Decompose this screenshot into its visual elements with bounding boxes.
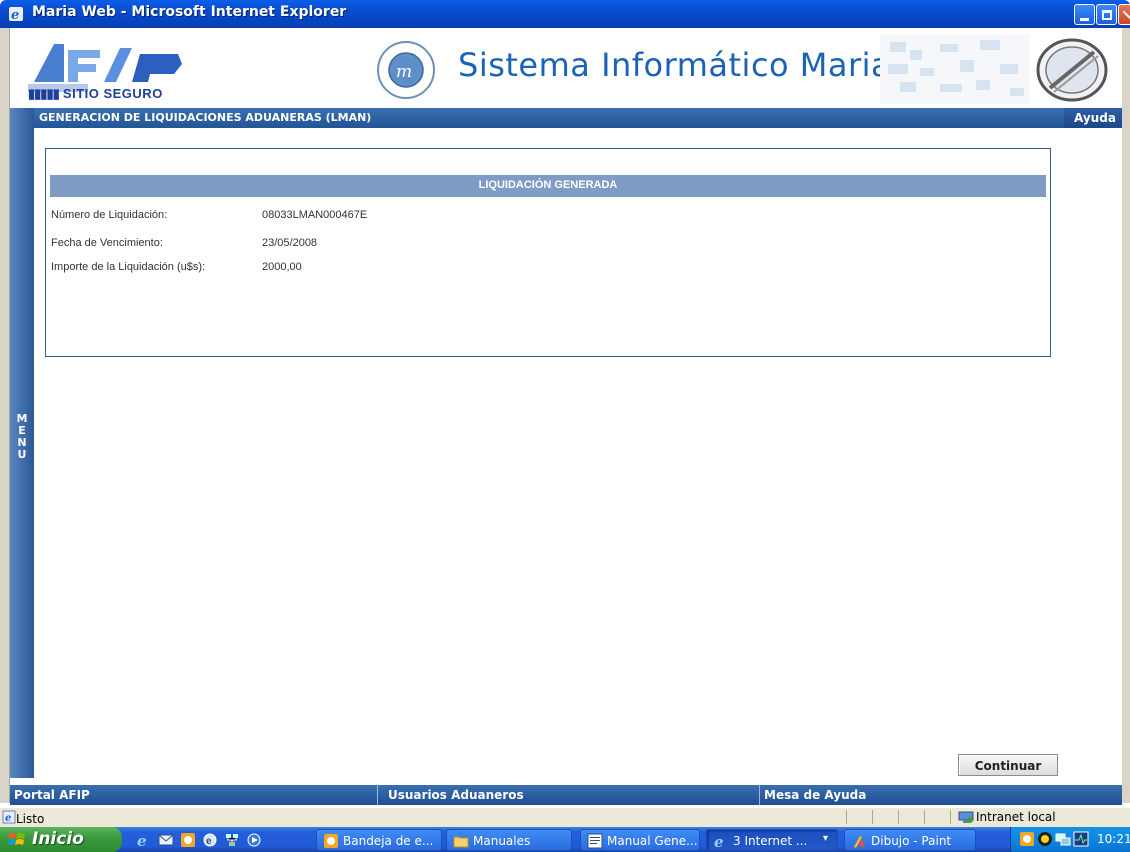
maria-seal-icon: m [377,41,435,99]
continue-button[interactable]: Continuar [958,754,1058,776]
decorative-mosaic [880,34,1030,104]
svg-text:e: e [5,813,11,824]
menu-letter: U [17,448,27,461]
start-label: Inicio [32,829,84,849]
window-title: Maria Web - Microsoft Internet Explorer [32,4,347,20]
intranet-zone-icon [958,811,974,823]
windows-flag-icon [8,833,25,845]
task-label: Manual Gene... [607,834,697,848]
panel-header: LIQUIDACIÓN GENERADA [50,175,1046,197]
outlook-express-icon[interactable] [158,832,174,848]
page-done-icon: e [2,810,16,824]
secure-site-label: ▮▮▮▮▮ SITIO SEGURO [28,86,163,101]
svg-text:e: e [137,832,147,848]
task-label: Dibujo - Paint [871,834,952,848]
window-right-frame [1122,28,1130,803]
word-icon [587,833,603,849]
continue-button-label: Continuar [974,759,1042,773]
chevron-down-icon: ▾ [823,833,829,844]
security-zone: Intranet local [958,810,1056,824]
footer-bar: Portal AFIP Usuarios Aduaneros Mesa de A… [10,785,1122,805]
task-label: Manuales [473,834,531,848]
footer-link-portal-afip[interactable]: Portal AFIP [10,785,378,805]
outlook-icon [324,834,338,848]
outlook-icon[interactable] [180,832,196,848]
outlook-tray-icon[interactable] [1019,831,1035,847]
task-label: Bandeja de e... [343,834,434,848]
maximize-button[interactable] [1096,4,1117,25]
section-title: GENERACION DE LIQUIDACIONES ADUANERAS (L… [39,111,372,124]
field-label: Fecha de Vencimiento: [51,237,163,249]
help-button-label: Ayuda [1074,111,1116,125]
paint-icon [853,835,865,849]
security-zone-label: Intranet local [976,810,1056,824]
help-button[interactable]: Ayuda [1064,108,1122,128]
svg-text:e: e [206,836,212,847]
task-paint[interactable]: Dibujo - Paint [844,829,976,851]
window-left-frame [0,28,10,803]
statusbar-divider [898,810,899,824]
panel-title: LIQUIDACIÓN GENERADA [478,179,618,191]
header-banner: ▮▮▮▮▮ SITIO SEGURO m Sistema Informático… [10,28,1122,108]
clock[interactable]: 10:21 [1097,832,1130,846]
field-value: 08033LMAN000467E [262,209,368,221]
folder-icon [453,836,469,848]
ie-quicklaunch-icon[interactable]: e [136,832,152,848]
windows-taskbar: Inicio e e Bandeja de e... Manuales Manu… [0,827,1130,852]
footer-link-mesa-de-ayuda[interactable]: Mesa de Ayuda [760,785,1122,805]
liquidation-panel: LIQUIDACIÓN GENERADA Número de Liquidaci… [45,148,1051,357]
task-bandeja[interactable]: Bandeja de e... [316,829,442,851]
network-tray-icon[interactable] [1055,831,1071,847]
field-label: Importe de la Liquidación (u$s): [51,261,206,273]
start-button[interactable]: Inicio [0,827,122,852]
statusbar-divider [872,810,873,824]
aduana-seal-icon [1036,38,1108,102]
network-icon[interactable] [224,832,240,848]
footer-link-label: Mesa de Ayuda [764,788,867,802]
menu-label: M E N U [16,413,28,461]
window-titlebar[interactable]: e Maria Web - Microsoft Internet Explore… [0,0,1130,28]
media-player-icon[interactable] [246,832,262,848]
task-manual-gene[interactable]: Manual Gene... [580,829,700,851]
statusbar-divider [924,810,925,824]
svg-text:m: m [396,62,412,82]
minimize-button[interactable] [1074,4,1095,25]
antivirus-tray-icon[interactable] [1037,831,1053,847]
footer-link-usuarios-aduaneros[interactable]: Usuarios Aduaneros [384,785,760,805]
statusbar-divider [846,810,847,824]
side-menu-toggle[interactable]: M E N U [10,108,34,778]
browser-icon[interactable]: e [202,832,218,848]
statusbar-divider [950,810,951,824]
browser-statusbar: e Listo Intranet local [0,807,1130,827]
monitor-tray-icon[interactable] [1073,831,1089,847]
internet-explorer-icon: e [9,7,23,22]
ie-icon: e [714,833,724,849]
close-button[interactable] [1118,4,1130,25]
system-title: Sistema Informático Maria [458,46,892,84]
system-tray: 10:21 [1010,827,1130,852]
status-text: Listo [16,812,45,826]
svg-text:e: e [714,833,724,849]
task-internet-explorer[interactable]: e 3 Internet ... ▾ [706,829,838,851]
task-label: 3 Internet ... [733,834,808,848]
field-value: 2000,00 [262,261,302,273]
field-label: Número de Liquidación: [51,209,168,221]
footer-link-label: Usuarios Aduaneros [388,788,524,802]
task-manuales[interactable]: Manuales [446,829,572,851]
svg-text:e: e [11,8,19,22]
section-title-bar: GENERACION DE LIQUIDACIONES ADUANERAS (L… [34,108,1064,128]
field-value: 23/05/2008 [262,237,318,249]
footer-link-label: Portal AFIP [14,788,90,802]
